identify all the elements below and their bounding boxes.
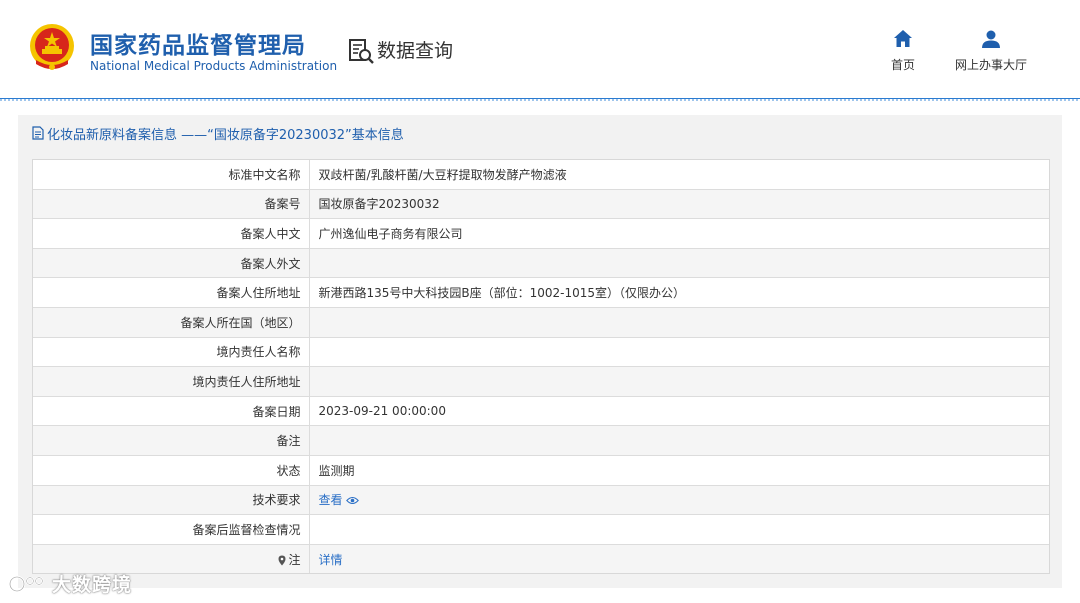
view-link[interactable]: 查看 xyxy=(319,493,343,507)
row-key: 境内责任人住所地址 xyxy=(33,366,310,397)
row-key: 备案号 xyxy=(33,189,310,220)
nav-online-hall-button[interactable]: 网上办事大厅 xyxy=(948,28,1034,73)
site-header: 国家药品监督管理局 National Medical Products Admi… xyxy=(0,0,1080,99)
table-row: 技术要求 查看 xyxy=(33,485,1049,516)
table-row: 备案日期 2023-09-21 00:00:00 xyxy=(33,396,1049,427)
nav-online-hall-label: 网上办事大厅 xyxy=(954,58,1027,72)
data-query-icon xyxy=(349,39,374,64)
info-table: 标准中文名称 双歧杆菌/乳酸杆菌/大豆籽提取物发酵产物滤液 备案号 国妆原备字2… xyxy=(32,159,1050,575)
national-emblem-icon xyxy=(30,24,74,70)
location-pin-icon xyxy=(278,555,286,566)
home-icon xyxy=(894,30,912,47)
table-row: 备案号 国妆原备字20230032 xyxy=(33,189,1049,220)
table-row: 标准中文名称 双歧杆菌/乳酸杆菌/大豆籽提取物发酵产物滤液 xyxy=(33,160,1049,190)
row-value: 双歧杆菌/乳酸杆菌/大豆籽提取物发酵产物滤液 xyxy=(309,160,1049,190)
note-key-cell: 注 xyxy=(33,544,310,574)
section-title: 数据查询 xyxy=(377,40,454,62)
row-key: 标准中文名称 xyxy=(33,160,310,190)
row-key: 备案人中文 xyxy=(33,218,310,249)
table-row: 备案后监督检查情况 xyxy=(33,514,1049,545)
row-value xyxy=(309,425,1049,456)
table-row: 注 详情 xyxy=(33,544,1049,574)
table-row: 状态 监测期 xyxy=(33,455,1049,486)
org-name-cn: 国家药品监督管理局 xyxy=(90,33,306,59)
row-value: 2023-09-21 00:00:00 xyxy=(309,396,1049,427)
nav-home-button[interactable]: 首页 xyxy=(883,28,923,73)
row-key: 备注 xyxy=(33,425,310,456)
row-value xyxy=(309,307,1049,338)
row-key: 注 xyxy=(288,552,301,567)
details-link[interactable]: 详情 xyxy=(319,553,343,567)
table-row: 境内责任人名称 xyxy=(33,337,1049,368)
org-name-en: National Medical Products Administration xyxy=(90,59,338,73)
eye-icon[interactable] xyxy=(345,496,359,505)
row-key: 状态 xyxy=(33,455,310,486)
row-key: 备案日期 xyxy=(33,396,310,427)
row-value: 国妆原备字20230032 xyxy=(309,189,1049,220)
tech-requirements-cell: 查看 xyxy=(309,485,1049,516)
table-row: 备案人中文 广州逸仙电子商务有限公司 xyxy=(33,218,1049,249)
row-value: 监测期 xyxy=(309,455,1049,486)
panel-title: 化妆品新原料备案信息 ——“国妆原备字20230032”基本信息 xyxy=(32,123,404,143)
record-info-panel: 化妆品新原料备案信息 ——“国妆原备字20230032”基本信息 标准中文名称 … xyxy=(18,115,1062,588)
row-key: 境内责任人名称 xyxy=(33,337,310,368)
row-key: 备案人外文 xyxy=(33,248,310,279)
watermark-text: 大数跨境 xyxy=(52,574,133,596)
row-key: 技术要求 xyxy=(33,485,310,516)
user-icon xyxy=(982,30,1000,48)
table-row: 备案人外文 xyxy=(33,248,1049,279)
table-row: 备注 xyxy=(33,425,1049,456)
row-value xyxy=(309,337,1049,368)
row-value: 新港西路135号中大科技园B座（部位：1002-1015室）（仅限办公） xyxy=(309,277,1049,308)
document-icon xyxy=(32,126,44,140)
panel-title-text: 化妆品新原料备案信息 ——“国妆原备字20230032”基本信息 xyxy=(47,127,404,143)
row-key: 备案人所在国（地区） xyxy=(33,307,310,338)
watermark-logo-icon xyxy=(8,575,44,592)
table-row: 备案人所在国（地区） xyxy=(33,307,1049,338)
row-value xyxy=(309,366,1049,397)
nav-home-label: 首页 xyxy=(890,58,915,72)
table-row: 备案人住所地址 新港西路135号中大科技园B座（部位：1002-1015室）（仅… xyxy=(33,277,1049,308)
row-key: 备案人住所地址 xyxy=(33,277,310,308)
row-value xyxy=(309,248,1049,279)
row-value: 广州逸仙电子商务有限公司 xyxy=(309,218,1049,249)
watermark: 大数跨境 xyxy=(8,570,132,597)
header-divider xyxy=(0,99,1080,101)
row-key: 备案后监督检查情况 xyxy=(33,514,310,545)
note-value-cell: 详情 xyxy=(309,544,1049,574)
table-row: 境内责任人住所地址 xyxy=(33,366,1049,397)
row-value xyxy=(309,514,1049,545)
